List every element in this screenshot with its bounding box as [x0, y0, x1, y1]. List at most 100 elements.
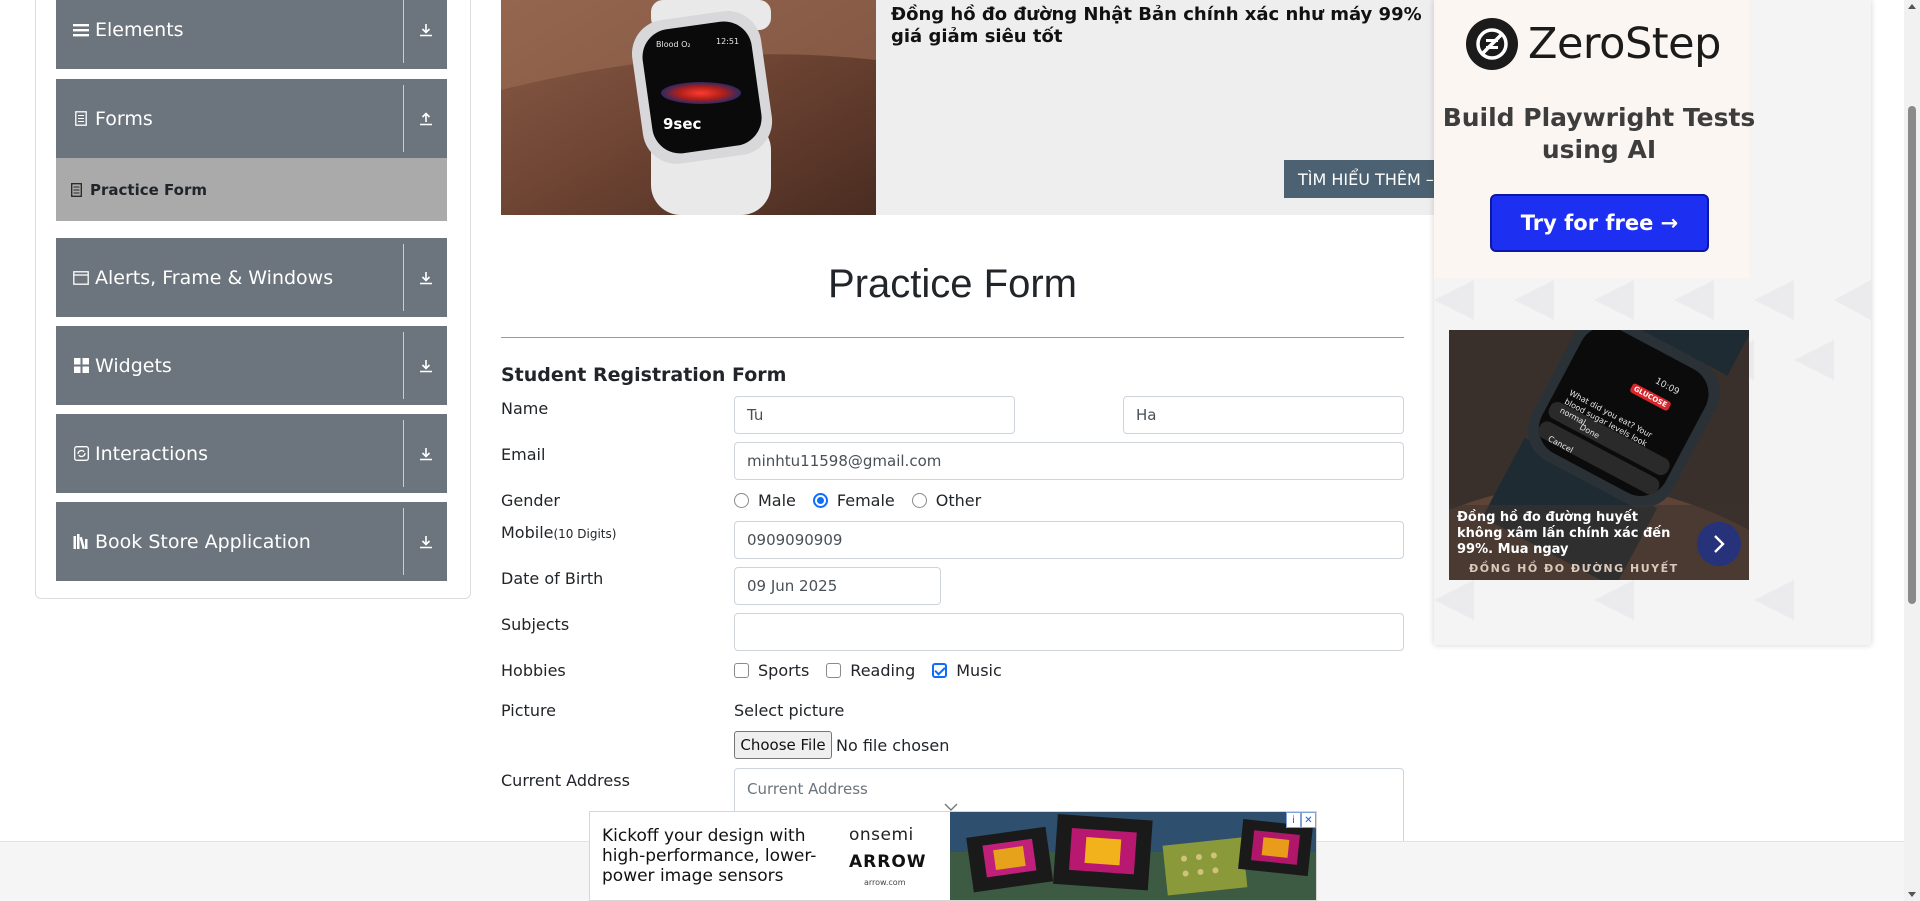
- hobbies-label: Hobbies: [501, 661, 566, 680]
- date-of-birth-input[interactable]: 09 Jun 2025: [734, 567, 941, 605]
- mobile-input[interactable]: 0909090909: [734, 521, 1404, 559]
- last-name-input[interactable]: Ha: [1123, 396, 1404, 434]
- sidebar-group-alerts[interactable]: Alerts, Frame & Windows: [56, 238, 447, 317]
- email-input[interactable]: minhtu11598@gmail.com: [734, 442, 1404, 480]
- download-icon[interactable]: [415, 326, 437, 405]
- ad-close-icon[interactable]: ✕: [1301, 812, 1316, 828]
- zerostep-logo-icon: [1466, 18, 1518, 70]
- hobby-option-sports[interactable]: Sports: [734, 661, 809, 680]
- download-icon[interactable]: [415, 502, 437, 581]
- top-advertisement[interactable]: Blood O₂ 12:51 9sec Đồng hồ đo đường Nhậ…: [501, 0, 1448, 215]
- arrow-url: arrow.com: [864, 878, 906, 887]
- image-sensor-chips: [950, 812, 1316, 900]
- top-ad-headline: Đồng hồ đo đường Nhật Bản chính xác như …: [891, 4, 1422, 47]
- name-label: Name: [501, 399, 549, 418]
- gender-option-other[interactable]: Other: [911, 491, 982, 510]
- vertical-scrollbar[interactable]: [1904, 0, 1920, 901]
- choose-file-button[interactable]: Choose File: [734, 731, 832, 759]
- radio-label: Other: [935, 491, 982, 510]
- refresh-icon: [73, 446, 89, 462]
- sidebar-group-label: Book Store Application: [95, 530, 311, 553]
- sidebar-group-label: Forms: [95, 107, 153, 130]
- try-for-free-button[interactable]: Try for free →: [1490, 194, 1709, 252]
- sidebar-group-elements[interactable]: Elements: [56, 0, 447, 69]
- email-label: Email: [501, 445, 546, 464]
- radio-button[interactable]: [812, 493, 828, 508]
- hobbies-checkbox-group: Sports Reading Music: [734, 661, 1019, 680]
- zerostep-logo: ZeroStep: [1466, 18, 1721, 70]
- sidebar-group-interactions[interactable]: Interactions: [56, 414, 447, 493]
- watch-time: 12:51: [716, 37, 740, 46]
- download-icon[interactable]: [415, 238, 437, 317]
- bottom-ad-text: Kickoff your design with high-performanc…: [602, 826, 817, 886]
- select-picture-label: Select picture: [734, 701, 845, 720]
- checkbox-label: Music: [956, 661, 1002, 680]
- sidebar-item-practice-form[interactable]: Practice Form: [56, 158, 447, 221]
- glucose-ad-brand: ĐỒNG HỒ ĐO ĐƯỜNG HUYẾT: [1469, 562, 1679, 575]
- hamburger-icon: [73, 22, 89, 38]
- checkbox[interactable]: [734, 663, 749, 678]
- subjects-label: Subjects: [501, 615, 570, 634]
- scroll-up-arrow-icon[interactable]: [1908, 4, 1916, 9]
- bottom-advertisement[interactable]: Kickoff your design with high-performanc…: [589, 811, 1317, 901]
- mobile-label: Mobile(10 Digits): [501, 523, 616, 542]
- ad-info-icon[interactable]: i: [1286, 812, 1301, 828]
- divider: [403, 508, 404, 575]
- form-heading: Student Registration Form: [501, 364, 787, 386]
- watch-counter: 9sec: [663, 115, 702, 133]
- glucose-watch-ad[interactable]: 10:09 GLUCOSE What did you eat? Your blo…: [1449, 330, 1749, 580]
- radio-label: Male: [758, 491, 796, 510]
- checkbox[interactable]: [826, 663, 842, 678]
- radio-button[interactable]: [911, 493, 927, 508]
- download-icon[interactable]: [415, 414, 437, 493]
- divider: [403, 0, 404, 63]
- glucose-ad-text: Đồng hồ đo đường huyết không xâm lấn chí…: [1457, 510, 1671, 557]
- divider: [501, 337, 1404, 338]
- radio-button[interactable]: [734, 493, 749, 508]
- sidebar-group-forms[interactable]: Forms: [56, 79, 447, 158]
- window-icon: [73, 270, 89, 286]
- checkbox-label: Sports: [758, 661, 810, 680]
- radio-label: Female: [836, 491, 895, 510]
- arrow-logo: ARROW: [849, 852, 927, 872]
- checkbox[interactable]: [932, 663, 948, 678]
- page-title: Practice Form: [828, 262, 1077, 306]
- no-file-chosen-text: No file chosen: [836, 736, 950, 755]
- scrollbar-thumb[interactable]: [1908, 106, 1916, 604]
- gender-radio-group: Male Female Other: [734, 491, 998, 510]
- onsemi-logo: onsemi: [849, 825, 914, 845]
- next-arrow-icon[interactable]: [1697, 522, 1741, 566]
- hobby-option-reading[interactable]: Reading: [826, 661, 915, 680]
- watch-title: Blood O₂: [656, 40, 691, 49]
- divider: [403, 244, 404, 311]
- sidebar-item-label: Practice Form: [90, 180, 207, 199]
- gender-label: Gender: [501, 491, 560, 510]
- right-ad-column: ZeroStep Build Playwright Tests using AI…: [1434, 0, 1871, 645]
- divider: [403, 420, 404, 487]
- mobile-label-text: Mobile: [501, 523, 554, 542]
- hobby-option-music[interactable]: Music: [932, 661, 1002, 680]
- upload-icon[interactable]: [415, 79, 437, 158]
- gender-option-male[interactable]: Male: [734, 491, 796, 510]
- ad-controls: i ✕: [1286, 812, 1316, 828]
- document-icon: [73, 111, 89, 127]
- sidebar-group-book-store[interactable]: Book Store Application: [56, 502, 447, 581]
- grid-icon: [73, 358, 89, 374]
- sidebar-group-widgets[interactable]: Widgets: [56, 326, 447, 405]
- watch-rings: [661, 82, 741, 104]
- current-address-label: Current Address: [501, 771, 630, 790]
- sidebar-group-label: Interactions: [95, 442, 208, 465]
- zerostep-ad[interactable]: ZeroStep Build Playwright Tests using AI…: [1434, 0, 1755, 278]
- sidebar-group-label: Elements: [95, 18, 184, 41]
- form-icon: [71, 182, 82, 197]
- scroll-down-arrow-icon[interactable]: [1908, 892, 1916, 897]
- learn-more-button[interactable]: TÌM HIỂU THÊM –: [1284, 160, 1448, 198]
- gender-option-female[interactable]: Female: [812, 491, 895, 510]
- mobile-hint: (10 Digits): [553, 527, 617, 541]
- first-name-input[interactable]: Tu: [734, 396, 1015, 434]
- checkbox-label: Reading: [850, 661, 916, 680]
- books-icon: [73, 534, 89, 550]
- zerostep-brand: ZeroStep: [1528, 19, 1721, 69]
- download-icon[interactable]: [415, 0, 437, 69]
- subjects-input[interactable]: [734, 613, 1404, 651]
